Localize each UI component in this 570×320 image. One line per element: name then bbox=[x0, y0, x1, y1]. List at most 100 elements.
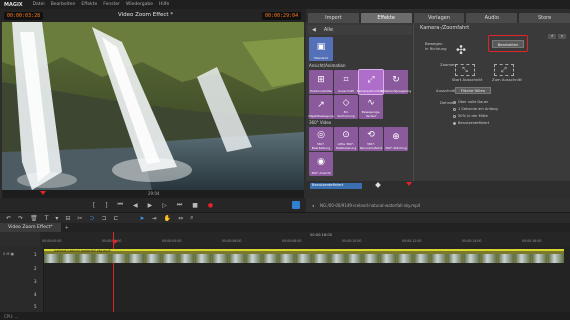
waterfall-frame bbox=[2, 22, 304, 190]
text-icon[interactable]: T bbox=[45, 215, 49, 222]
position-timecode[interactable]: 00:00:03:28 bbox=[4, 12, 44, 20]
clip-thumbnail bbox=[481, 254, 497, 263]
mark-out-button[interactable]: ] bbox=[105, 202, 107, 209]
option-custom[interactable]: Benutzerdefiniert bbox=[453, 121, 489, 125]
effect-tile-position-size[interactable]: ⊞ Position/Größe bbox=[309, 70, 333, 94]
project-title: Video Zoom Effect * bbox=[118, 12, 174, 18]
rotate-icon: ↻ bbox=[392, 74, 400, 85]
keyframe-playhead[interactable] bbox=[406, 182, 412, 186]
effect-tile-camera-zoom[interactable]: ⤢ Kamera/Zoomfahrt bbox=[357, 69, 385, 95]
effect-tile-crop[interactable]: ⌗ Ausschnitt bbox=[334, 70, 358, 94]
app-window: MAGIX Datei Bearbeiten Effekte Fenster W… bbox=[0, 0, 570, 320]
clip-thumbnails bbox=[44, 254, 565, 263]
timeline-ruler[interactable]: 00:00:16:00 00:00:00:00 00:00:02:00 00:00:… bbox=[40, 232, 570, 246]
tab-audio[interactable]: Audio bbox=[466, 13, 518, 23]
ruler-mark: 00:00:06:00 bbox=[222, 239, 242, 243]
effect-tile-360-stitch[interactable]: ⊕ 360°-Stitching bbox=[384, 127, 408, 151]
add-tab-icon[interactable]: + bbox=[65, 225, 69, 231]
effect-tile-3d[interactable]: ◇ 3D-Verformung bbox=[334, 95, 358, 119]
category-label: Alle bbox=[323, 27, 334, 33]
ruler-mark: 00:00:16:00 bbox=[522, 239, 542, 243]
link-icon[interactable]: ⊃ bbox=[89, 215, 94, 222]
keyframe-icon[interactable] bbox=[375, 182, 381, 188]
effect-tile-rotation[interactable]: ↻ Rotation/Spiegelung bbox=[381, 70, 411, 94]
option-one-second[interactable]: 1 Sekunde am Anfang bbox=[453, 107, 498, 111]
stop-button[interactable]: ■ bbox=[192, 202, 198, 209]
tab-store[interactable]: Store bbox=[519, 13, 570, 23]
play-button[interactable]: ▶ bbox=[148, 202, 153, 209]
option-full-duration[interactable]: Über volle Dauer bbox=[453, 100, 488, 104]
status-bar: CPU: ... bbox=[0, 312, 570, 320]
pointer-icon[interactable]: ➤ bbox=[140, 215, 145, 222]
zoom-label: Zoomen bbox=[440, 62, 456, 67]
reset-icon[interactable]: ↺ bbox=[548, 34, 556, 39]
clip-thumbnail bbox=[178, 254, 195, 263]
clip-thumbnail bbox=[313, 254, 329, 263]
clip-thumbnail bbox=[111, 254, 128, 263]
ungroup-icon[interactable]: ⊏ bbox=[114, 215, 119, 222]
effect-tile-360-edit[interactable]: ◎ 360°-Bearbeitung bbox=[309, 127, 333, 151]
previous-frame-button[interactable]: ◀ bbox=[133, 202, 138, 209]
marker-icon[interactable]: ▾ bbox=[55, 215, 58, 222]
tab-project[interactable]: Video Zoom Effect* bbox=[0, 223, 61, 232]
menu-playback[interactable]: Wiedergabe bbox=[126, 2, 153, 7]
fill-area-button[interactable]: Fläche füllen bbox=[455, 87, 491, 94]
keyframe-preset[interactable]: Benutzerdefiniert bbox=[310, 183, 362, 189]
zoom-in-icon[interactable]: ⤡ bbox=[455, 64, 475, 76]
folder-up-icon[interactable]: ◂ bbox=[312, 203, 314, 208]
zoom-out-icon[interactable]: ⤢ bbox=[494, 64, 514, 76]
effect-tile-360-pan[interactable]: ⟲ 360°-Panoramafahrt bbox=[359, 127, 383, 151]
clip-thumbnail bbox=[77, 254, 94, 263]
direction-arrows-icon[interactable]: ✣ bbox=[450, 40, 472, 60]
ruler-mark: 00:00:14:00 bbox=[462, 239, 482, 243]
effect-tile-motion-path[interactable]: ∿ Bewegungs-Verlauf bbox=[359, 95, 383, 119]
clip-thumbnail bbox=[447, 254, 464, 263]
tab-templates[interactable]: Vorlagen bbox=[413, 13, 465, 23]
effect-tile-360-view[interactable]: ◉ 360°-Ansicht bbox=[309, 152, 333, 176]
edit-button[interactable]: Bearbeiten bbox=[492, 40, 524, 48]
close-icon[interactable]: × bbox=[558, 34, 566, 39]
preview-scrubbar[interactable]: 29:04 bbox=[2, 190, 304, 198]
delete-icon[interactable]: 🗑 bbox=[30, 215, 38, 222]
clip-thumbnail bbox=[296, 254, 312, 263]
video-clip[interactable]: iceland-natural-waterfall-sky.mp4 bbox=[44, 249, 565, 263]
option-fifty-percent[interactable]: 50% in der Mitte bbox=[453, 114, 488, 118]
menu-help[interactable]: Hilfe bbox=[159, 2, 169, 7]
go-end-button[interactable]: ⏭ bbox=[177, 201, 182, 209]
crop-label: Ausschnitt bbox=[436, 88, 456, 93]
stretch-icon[interactable]: ⇔ bbox=[178, 215, 183, 222]
effect-tile-360-stabilize[interactable]: ⊙ Little 360°-Stabilisierung bbox=[334, 127, 358, 151]
record-button[interactable]: ● bbox=[208, 202, 213, 209]
undo-icon[interactable]: ↶ bbox=[6, 215, 11, 222]
group-icon[interactable]: ⊐ bbox=[101, 215, 106, 222]
back-icon[interactable]: ◀ bbox=[312, 27, 316, 33]
keyframe-strip: Benutzerdefiniert bbox=[306, 181, 570, 191]
next-frame-button[interactable]: ▷ bbox=[162, 202, 167, 209]
menu-effects[interactable]: Effekte bbox=[81, 2, 97, 7]
playhead-marker[interactable] bbox=[40, 191, 46, 195]
go-start-button[interactable]: ⏮ bbox=[118, 201, 123, 209]
mark-in-button[interactable]: [ bbox=[93, 202, 95, 209]
crop-icon: ⌗ bbox=[343, 74, 349, 85]
redo-icon[interactable]: ↷ bbox=[18, 215, 23, 222]
split-icon[interactable]: ⊟ bbox=[65, 215, 70, 222]
ruler-mark: 00:00:10:00 bbox=[342, 239, 362, 243]
track-number-5: 5 bbox=[34, 304, 37, 309]
effect-tile-object-motion[interactable]: ↗ Objektbewegung bbox=[308, 95, 334, 119]
clip-thumbnail bbox=[161, 254, 178, 263]
playhead-line bbox=[113, 232, 114, 312]
menu-window[interactable]: Fenster bbox=[103, 2, 120, 7]
track-controls-1[interactable]: S M ▣ bbox=[3, 252, 14, 256]
video-preview[interactable] bbox=[2, 22, 304, 190]
preview-settings-icon[interactable] bbox=[292, 201, 300, 209]
zoom-tool-icon[interactable]: ⌕ bbox=[190, 214, 193, 222]
tab-import[interactable]: Import bbox=[308, 13, 359, 23]
effect-tile-standard[interactable]: ▣ Standard bbox=[309, 37, 333, 61]
ruler-mark: 00:00:00:00 bbox=[42, 239, 62, 243]
hand-icon[interactable]: ✋ bbox=[164, 215, 171, 222]
range-icon[interactable]: ⇥ bbox=[152, 215, 157, 222]
menu-edit[interactable]: Bearbeiten bbox=[51, 2, 76, 7]
menu-file[interactable]: Datei bbox=[33, 2, 45, 7]
tab-effects[interactable]: Effekte bbox=[360, 13, 412, 23]
cut-icon[interactable]: ✂ bbox=[77, 215, 82, 222]
